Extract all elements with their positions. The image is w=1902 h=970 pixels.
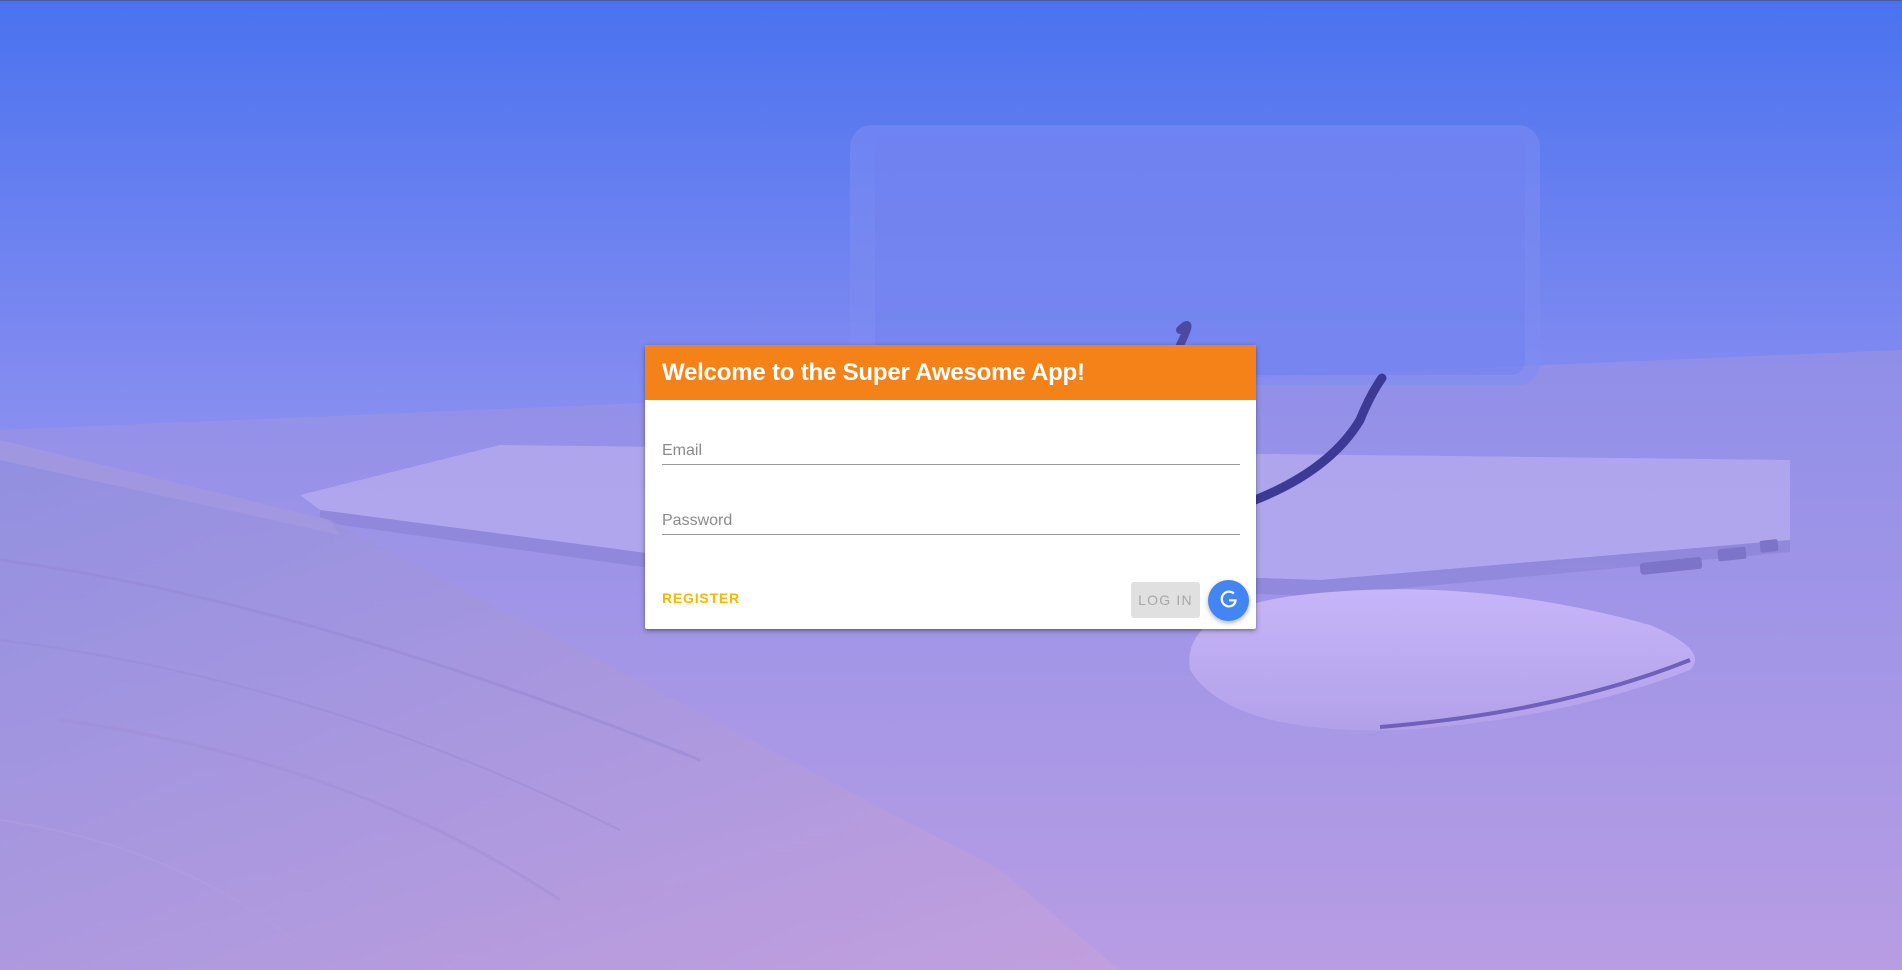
email-field[interactable] <box>662 431 1240 465</box>
password-input[interactable] <box>662 501 1240 534</box>
window-top-border <box>0 0 1902 1</box>
card-header: Welcome to the Super Awesome App! <box>645 345 1256 400</box>
google-sign-in-button[interactable] <box>1208 580 1249 621</box>
password-field[interactable] <box>662 501 1240 535</box>
page-title: Welcome to the Super Awesome App! <box>662 358 1085 386</box>
login-button[interactable]: LOG IN <box>1131 582 1200 618</box>
email-input[interactable] <box>662 431 1240 464</box>
login-card: Welcome to the Super Awesome App! REGIST… <box>645 345 1256 629</box>
register-button[interactable]: REGISTER <box>662 590 740 606</box>
google-g-icon <box>1218 588 1240 613</box>
